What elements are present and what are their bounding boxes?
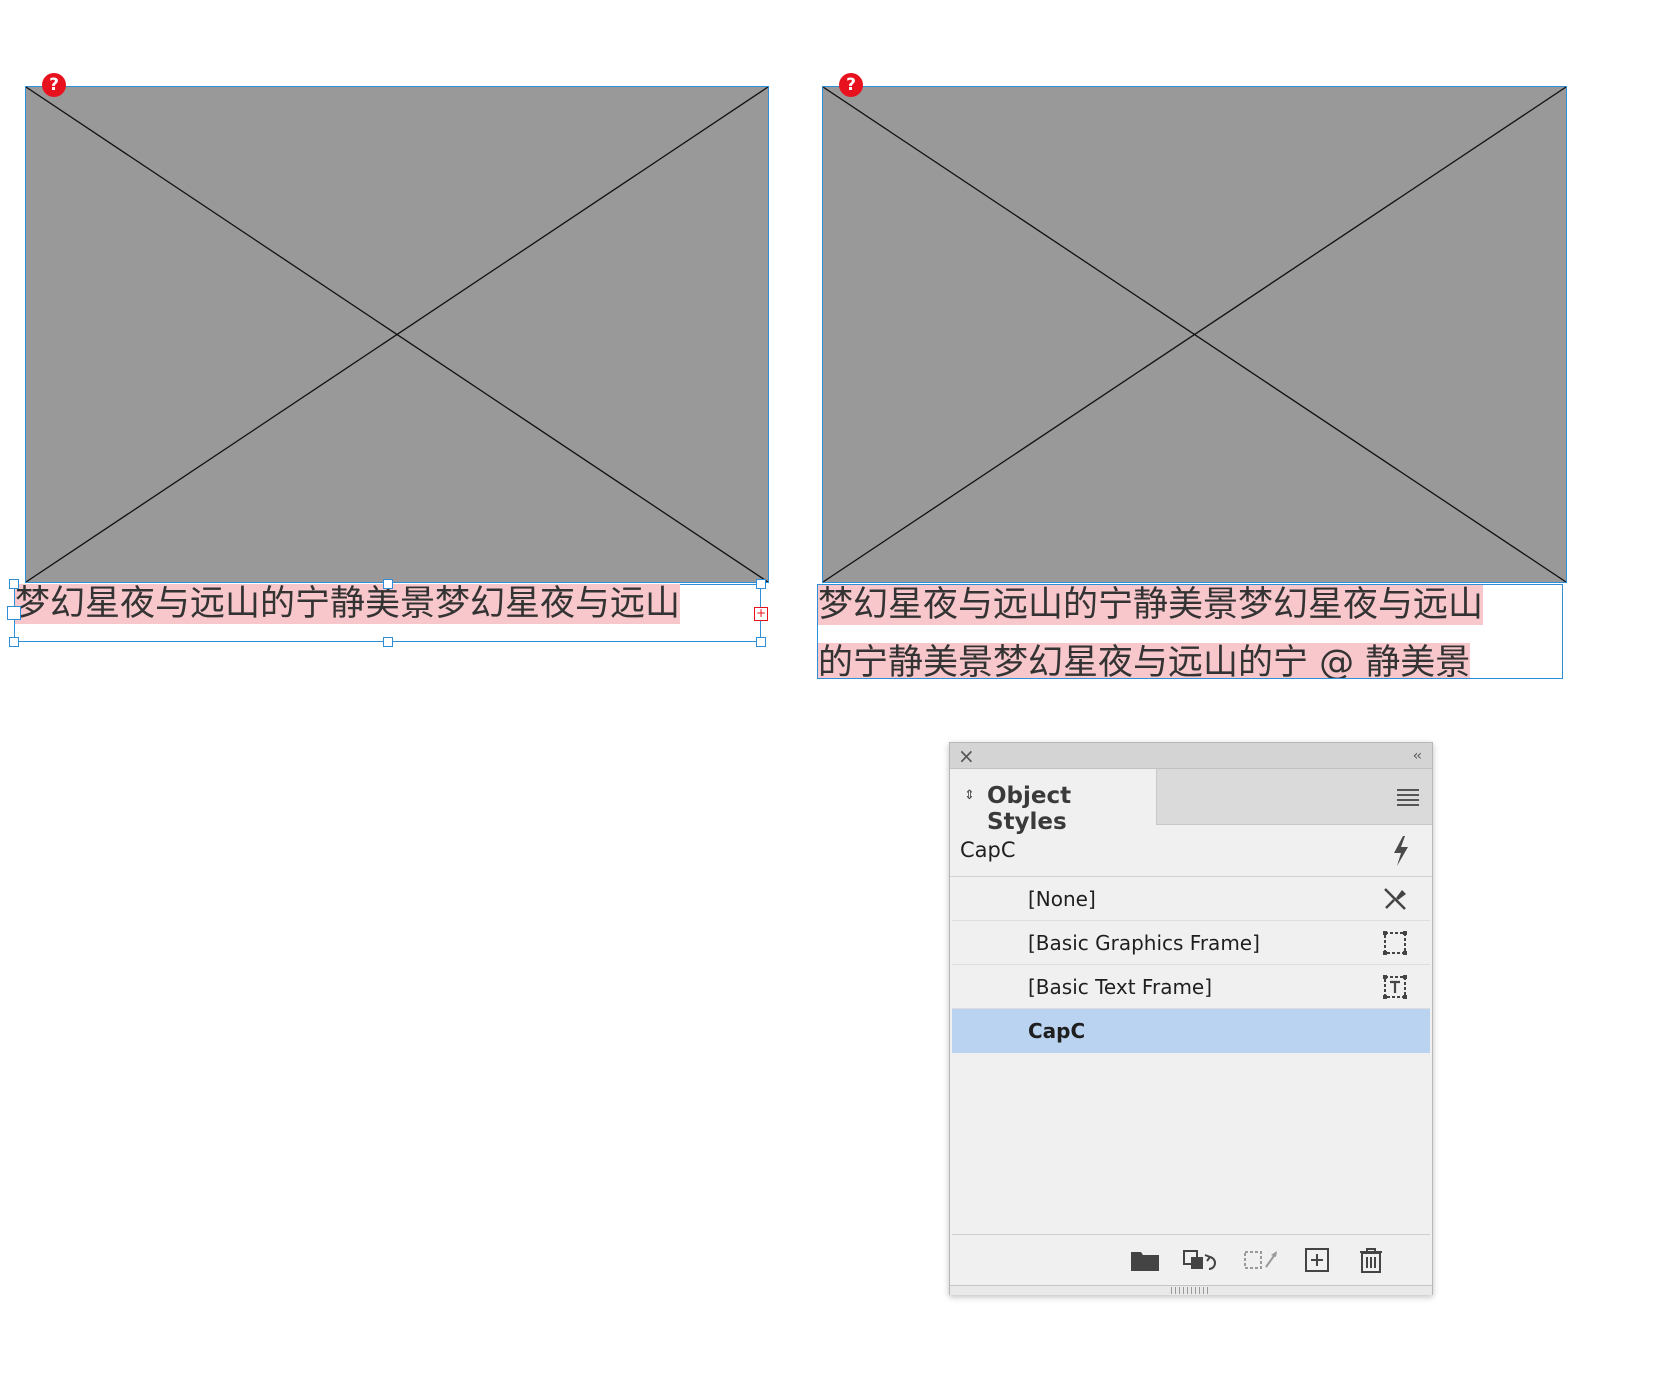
style-label: [Basic Graphics Frame] <box>1028 931 1260 955</box>
style-label: [None] <box>1028 887 1096 911</box>
left-graphic-frame[interactable] <box>25 86 769 583</box>
left-handle-top-mid[interactable] <box>383 579 393 589</box>
none-style-icon <box>1384 888 1406 910</box>
right-graphic-frame[interactable] <box>822 86 1567 583</box>
tab-object-styles[interactable]: ⇕ Object Styles <box>950 769 1157 835</box>
style-list: [None] [Basic Graphics Frame] [Basic Tex… <box>952 877 1430 1235</box>
panel-titlebar[interactable]: × ‹‹ <box>950 743 1432 769</box>
new-style-icon[interactable] <box>1304 1247 1330 1273</box>
graphics-frame-icon <box>1383 931 1407 955</box>
panel-resize-grip[interactable] <box>950 1285 1432 1295</box>
delete-style-icon[interactable] <box>1359 1247 1383 1273</box>
right-caption-line-2: 的宁静美景梦幻星夜与远山的宁 @ 静美景 <box>818 643 1471 678</box>
panel-tabbar: ⇕ Object Styles <box>950 769 1432 835</box>
style-row-basic-text-frame[interactable]: [Basic Text Frame] <box>952 965 1430 1009</box>
left-missing-link-badge[interactable]: ? <box>42 73 66 97</box>
tab-expand-icon: ⇕ <box>964 788 975 803</box>
panel-footer <box>950 1235 1432 1285</box>
left-handle-top-right[interactable] <box>756 579 766 589</box>
left-handle-bottom-right[interactable] <box>756 637 766 647</box>
current-style-name: CapC <box>960 838 1016 862</box>
hamburger-menu-icon[interactable] <box>1397 789 1419 809</box>
style-label: [Basic Text Frame] <box>1028 975 1213 999</box>
left-overset-indicator[interactable]: + <box>754 607 768 621</box>
left-handle-bottom-left[interactable] <box>9 637 19 647</box>
right-caption-line-1: 梦幻星夜与远山的宁静美景梦幻星夜与远山 <box>818 585 1484 625</box>
lightning-icon[interactable] <box>1390 835 1412 867</box>
left-handle-top-left[interactable] <box>9 579 19 589</box>
object-styles-panel: × ‹‹ ⇕ Object Styles CapC [None] [Basic … <box>949 742 1433 1295</box>
left-caption-text: 梦幻星夜与远山的宁静美景梦幻星夜与远山 <box>15 584 681 624</box>
left-placeholder-cross <box>26 87 768 582</box>
style-row-basic-graphics-frame[interactable]: [Basic Graphics Frame] <box>952 921 1430 965</box>
left-handle-bottom-mid[interactable] <box>383 637 393 647</box>
clear-overrides-icon[interactable] <box>1183 1247 1221 1273</box>
left-caption-text-frame[interactable]: 梦幻星夜与远山的宁静美景梦幻星夜与远山 <box>15 584 760 624</box>
text-frame-icon <box>1383 975 1407 999</box>
right-caption-text-frame[interactable]: 梦幻星夜与远山的宁静美景梦幻星夜与远山 的宁静美景梦幻星夜与远山的宁 @ 静美景 <box>818 585 1563 678</box>
style-row-none[interactable]: [None] <box>952 877 1430 921</box>
new-style-group-icon[interactable] <box>1130 1247 1160 1273</box>
right-missing-link-badge[interactable]: ? <box>839 73 863 97</box>
left-text-in-port[interactable] <box>7 606 21 620</box>
style-row-capc[interactable]: CapC <box>952 1009 1430 1053</box>
right-placeholder-cross <box>823 87 1566 582</box>
style-label: CapC <box>1028 1019 1086 1043</box>
current-style-row: CapC <box>950 825 1432 877</box>
collapse-chevrons-icon[interactable]: ‹‹ <box>1413 745 1422 767</box>
grip-lines <box>1171 1287 1211 1294</box>
close-icon[interactable]: × <box>958 744 975 768</box>
clear-attributes-icon[interactable] <box>1242 1247 1280 1273</box>
